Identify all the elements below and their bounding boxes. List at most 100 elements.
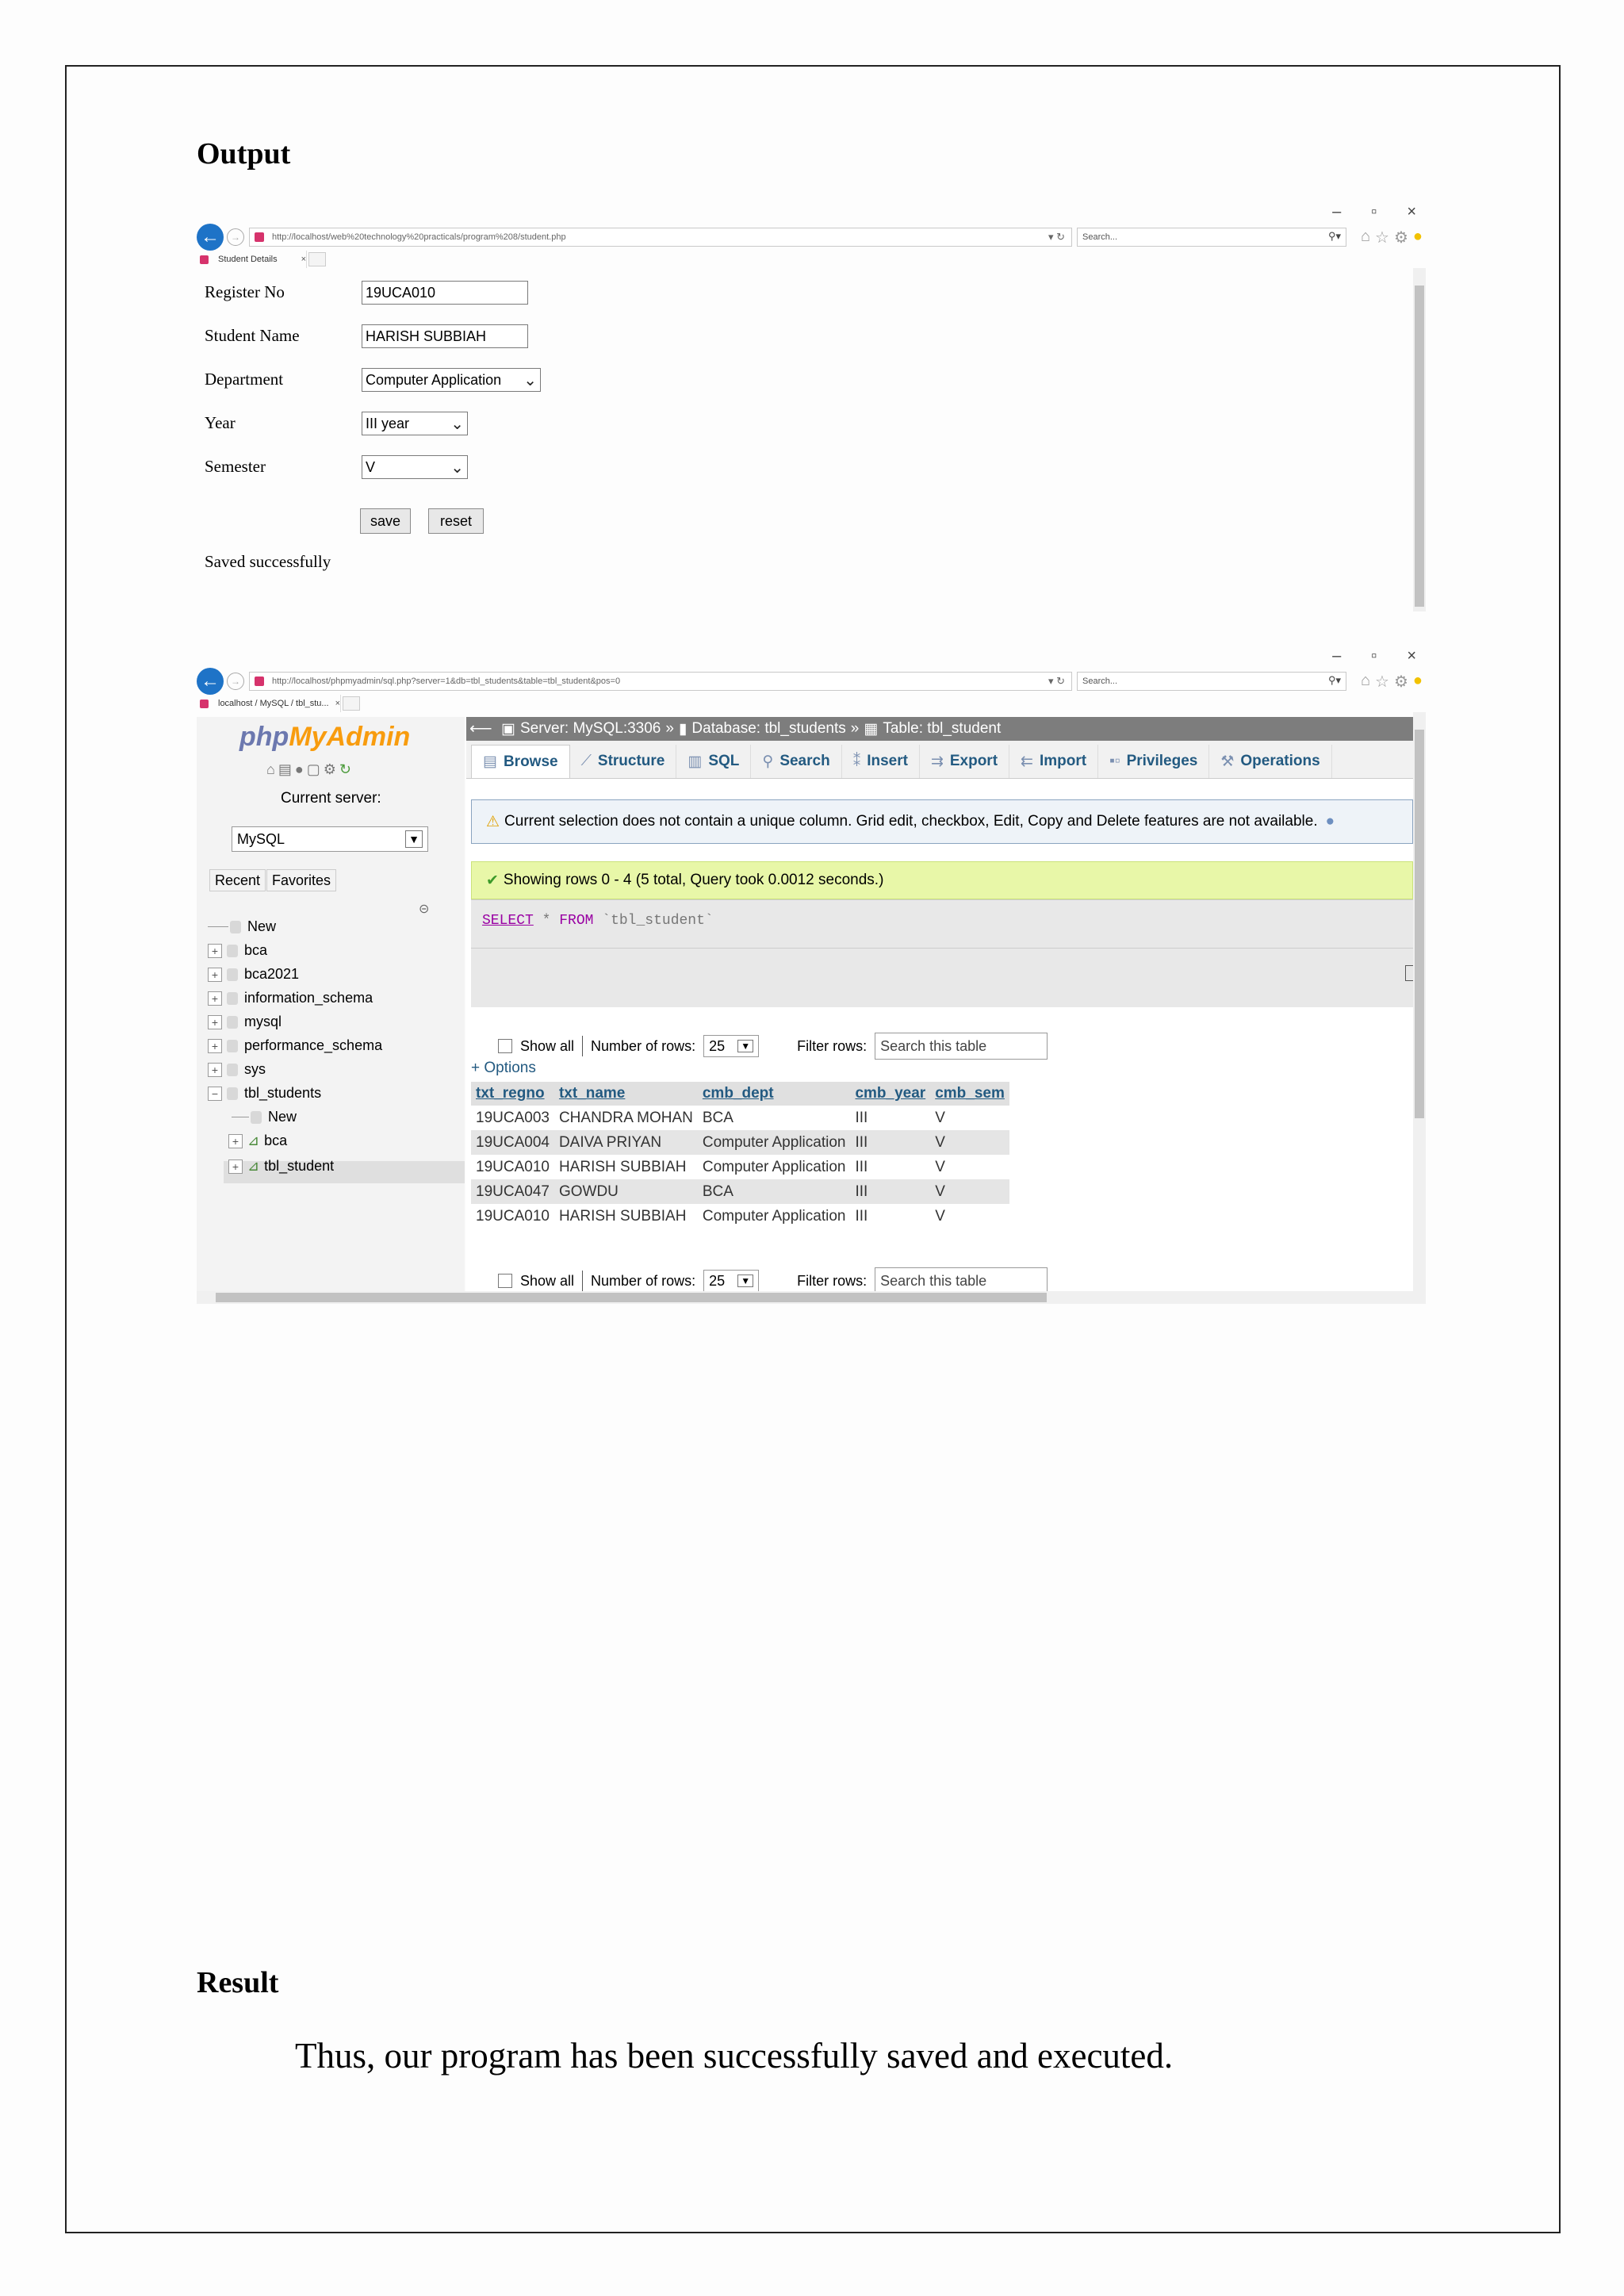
tree-item-tbl-student[interactable]: + ⊿ tbl_student — [228, 1158, 334, 1175]
back-arrow-icon[interactable]: ← — [197, 668, 224, 695]
breadcrumb-table[interactable]: Table: tbl_student — [883, 720, 1001, 738]
minimize-icon[interactable]: – — [1332, 647, 1341, 666]
expand-icon[interactable]: + — [228, 1159, 243, 1174]
vertical-scrollbar[interactable] — [1413, 268, 1426, 611]
tab-import[interactable]: ⇇ Import — [1009, 745, 1099, 778]
expand-icon[interactable]: + — [208, 1062, 222, 1077]
home-icon[interactable]: ⌂ — [266, 761, 278, 777]
forward-arrow-icon[interactable]: → — [227, 673, 244, 690]
tab-phpmyadmin[interactable]: localhost / MySQL / tbl_stu... × — [197, 695, 342, 712]
scrollbar-thumb[interactable] — [216, 1293, 1047, 1302]
pma-logo[interactable]: phpMyAdmin — [239, 722, 410, 753]
reload-icon[interactable]: ↻ — [339, 761, 354, 777]
filter-rows-input[interactable]: Search this table — [875, 1267, 1048, 1294]
expand-icon[interactable]: + — [228, 1133, 243, 1148]
forward-arrow-icon[interactable]: → — [227, 228, 244, 246]
home-icon[interactable]: ⌂ — [1361, 228, 1370, 247]
rows-per-page-select[interactable]: 25 ▼ — [703, 1270, 760, 1292]
year-select[interactable]: III year ⌄ — [362, 412, 468, 435]
smiley-icon[interactable]: ● — [1413, 672, 1423, 692]
breadcrumb-database[interactable]: Database: tbl_students — [691, 720, 845, 738]
url-field[interactable]: http://localhost/phpmyadmin/sql.php?serv… — [249, 672, 1072, 691]
star-icon[interactable]: ☆ — [1375, 228, 1389, 247]
new-tab-button[interactable] — [308, 252, 327, 266]
docs-icon[interactable]: ▢ — [307, 761, 324, 777]
tab-export[interactable]: ⇉ Export — [920, 745, 1010, 778]
recent-tab[interactable]: Recent — [209, 869, 266, 891]
tab-insert[interactable]: ⁑ Insert — [842, 745, 920, 778]
maximize-icon[interactable]: ▫ — [1371, 203, 1377, 222]
options-link[interactable]: + Options — [471, 1060, 536, 1077]
tab-privileges[interactable]: ▪▫ Privileges — [1098, 745, 1210, 778]
smiley-icon[interactable]: ● — [1413, 228, 1423, 247]
close-icon[interactable]: × — [1407, 647, 1416, 666]
column-header[interactable]: cmb_sem — [930, 1082, 1009, 1106]
tree-item-bca[interactable]: + bca — [208, 942, 267, 959]
browser-search-field[interactable]: Search... ⚲▾ — [1077, 672, 1346, 691]
help-icon[interactable]: ● — [1326, 813, 1335, 830]
breadcrumb-server[interactable]: Server: MySQL:3306 — [520, 720, 661, 738]
department-select[interactable]: Computer Application ⌄ — [362, 368, 541, 392]
column-header[interactable]: txt_regno — [471, 1082, 554, 1106]
expand-icon[interactable]: + — [208, 991, 222, 1006]
tab-browse[interactable]: ▤ Browse — [471, 745, 570, 778]
resize-handle[interactable] — [1405, 965, 1413, 981]
expand-icon[interactable]: + — [208, 1038, 222, 1053]
magnifier-icon[interactable]: ⚲▾ — [1328, 674, 1341, 687]
collapse-panel-icon[interactable]: ⟵ — [469, 719, 492, 738]
maximize-icon[interactable]: ▫ — [1371, 647, 1377, 666]
favorites-tab[interactable]: Favorites — [266, 869, 337, 891]
home-icon[interactable]: ⌂ — [1361, 672, 1370, 692]
register-no-input[interactable]: 19UCA010 — [362, 281, 528, 305]
tab-structure[interactable]: ⟋ Structure — [570, 745, 677, 778]
expand-icon[interactable]: + — [208, 1014, 222, 1029]
semester-select[interactable]: V ⌄ — [362, 455, 468, 479]
tree-item-new-table[interactable]: New — [232, 1109, 297, 1125]
help-icon[interactable]: ● — [295, 761, 307, 777]
tree-item-bca-table[interactable]: + ⊿ bca — [228, 1133, 287, 1149]
server-select[interactable]: MySQL ▼ — [232, 826, 428, 852]
tab-sql[interactable]: ▥ SQL — [676, 745, 752, 778]
tab-student-details[interactable]: Student Details × — [197, 251, 308, 268]
tab-operations[interactable]: ⚒ Operations — [1209, 745, 1332, 778]
tree-item-sys[interactable]: + sys — [208, 1061, 266, 1078]
tree-item-performance-schema[interactable]: + performance_schema — [208, 1037, 382, 1054]
url-field[interactable]: http://localhost/web%20technology%20prac… — [249, 228, 1072, 247]
sql-query[interactable]: SELECT * FROM `tbl_student` — [482, 913, 714, 929]
tab-search[interactable]: ⚲ Search — [751, 745, 842, 778]
tree-item-information-schema[interactable]: + information_schema — [208, 990, 373, 1006]
reset-button[interactable]: reset — [428, 508, 484, 534]
horizontal-scrollbar[interactable] — [197, 1291, 1426, 1304]
refresh-icon[interactable]: ▾ ↻ — [1048, 675, 1065, 688]
expand-icon[interactable]: + — [208, 943, 222, 958]
scrollbar-thumb[interactable] — [1415, 730, 1424, 1118]
exit-icon[interactable]: ▤ — [278, 761, 295, 777]
column-header[interactable]: cmb_dept — [697, 1082, 851, 1106]
scrollbar-thumb[interactable] — [1415, 286, 1424, 607]
column-header[interactable]: txt_name — [553, 1082, 698, 1106]
tree-item-mysql[interactable]: + mysql — [208, 1014, 282, 1030]
tab-close-icon[interactable]: × — [335, 699, 340, 708]
tree-item-bca2021[interactable]: + bca2021 — [208, 966, 299, 983]
tree-item-tbl-students[interactable]: − tbl_students — [208, 1085, 321, 1102]
tab-close-icon[interactable]: × — [301, 255, 306, 264]
link-icon[interactable]: ⊝ — [419, 901, 429, 917]
back-arrow-icon[interactable]: ← — [197, 224, 224, 251]
minimize-icon[interactable]: – — [1332, 203, 1341, 222]
collapse-icon[interactable]: − — [208, 1086, 222, 1101]
tree-item-new[interactable]: New — [208, 918, 276, 935]
browser-search-field[interactable]: Search... ⚲▾ — [1077, 228, 1346, 247]
rows-per-page-select[interactable]: 25 ▼ — [703, 1035, 760, 1057]
close-icon[interactable]: × — [1407, 203, 1416, 222]
star-icon[interactable]: ☆ — [1375, 672, 1389, 692]
student-name-input[interactable]: HARISH SUBBIAH — [362, 324, 528, 348]
gear-icon[interactable]: ⚙ — [1394, 672, 1408, 692]
vertical-scrollbar[interactable] — [1413, 712, 1426, 1291]
refresh-icon[interactable]: ▾ ↻ — [1048, 231, 1065, 243]
new-tab-button[interactable] — [343, 696, 361, 711]
filter-rows-input[interactable]: Search this table — [875, 1033, 1048, 1060]
save-button[interactable]: save — [360, 508, 411, 534]
show-all-checkbox[interactable] — [498, 1039, 512, 1053]
show-all-checkbox[interactable] — [498, 1274, 512, 1288]
magnifier-icon[interactable]: ⚲▾ — [1328, 230, 1341, 243]
